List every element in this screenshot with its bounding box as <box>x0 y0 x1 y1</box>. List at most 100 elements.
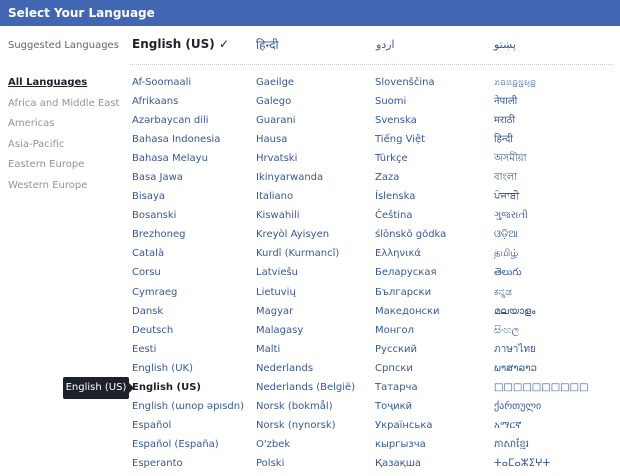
language-item[interactable]: Српски <box>375 362 446 381</box>
language-item[interactable]: Suomi <box>375 95 446 114</box>
language-item[interactable]: ਪੰਜਾਬੀ <box>494 190 588 209</box>
language-item[interactable]: Esperanto <box>132 457 244 476</box>
language-item[interactable]: Tiếng Việt <box>375 133 446 152</box>
suggested-language-pashto[interactable]: پښتو <box>494 38 516 51</box>
language-item[interactable]: नेपाली <box>494 95 588 114</box>
suggested-language-english-us[interactable]: English (US) ✓ <box>132 37 229 51</box>
language-item[interactable]: Latviešu <box>256 266 355 285</box>
language-item[interactable]: Bosanski <box>132 209 244 228</box>
language-item[interactable]: Brezhoneg <box>132 228 244 247</box>
language-item[interactable]: Қазақша <box>375 457 446 476</box>
language-item[interactable]: Čeština <box>375 209 446 228</box>
language-item[interactable]: Bisaya <box>132 190 244 209</box>
language-item[interactable]: Русский <box>375 343 446 362</box>
language-item[interactable]: Bahasa Melayu <box>132 152 244 171</box>
language-item[interactable]: Lietuvių <box>256 286 355 305</box>
language-item[interactable]: Kurdî (Kurmancî) <box>256 247 355 266</box>
language-item[interactable]: Íslenska <box>375 190 446 209</box>
suggested-language-hindi[interactable]: हिन्दी <box>256 36 279 53</box>
language-item[interactable]: Cymraeg <box>132 286 244 305</box>
language-item[interactable]: Dansk <box>132 305 244 324</box>
language-item[interactable]: Malagasy <box>256 324 355 343</box>
language-item[interactable]: Українська <box>375 419 446 438</box>
language-item[interactable]: ಕನ್ನಡ <box>494 286 588 305</box>
language-item[interactable]: Kreyòl Ayisyen <box>256 228 355 247</box>
language-item[interactable]: English (ɯnop əpısdn) <box>132 400 244 419</box>
language-item[interactable]: Norsk (nynorsk) <box>256 419 355 438</box>
language-item[interactable]: தமிழ் <box>494 247 588 266</box>
language-item[interactable]: Беларуская <box>375 266 446 285</box>
language-item[interactable]: кыргызча <box>375 438 446 457</box>
section-divider <box>130 64 613 65</box>
language-item[interactable]: Kiswahili <box>256 209 355 228</box>
language-item[interactable]: Español (España) <box>132 438 244 457</box>
language-item[interactable]: ພາສາລາວ <box>494 362 588 381</box>
language-item[interactable]: অসমীয়া <box>494 152 588 171</box>
language-item[interactable]: Български <box>375 286 446 305</box>
language-item[interactable]: हिन्दी <box>494 133 588 152</box>
language-item[interactable]: Bahasa Indonesia <box>132 133 244 152</box>
language-item[interactable]: Azərbaycan dili <box>132 114 244 133</box>
language-item[interactable]: ગુજરાતી <box>494 209 588 228</box>
language-item[interactable]: Македонски <box>375 305 446 324</box>
dialog-header: Select Your Language <box>0 0 620 26</box>
region-list: All Languages Africa and Middle East Ame… <box>8 76 119 200</box>
language-item[interactable]: Hrvatski <box>256 152 355 171</box>
region-western-europe[interactable]: Western Europe <box>8 179 119 200</box>
language-item[interactable]: తెలుగు <box>494 266 588 285</box>
language-item[interactable]: English (US) <box>132 381 244 400</box>
language-item[interactable]: English (UK) <box>132 362 244 381</box>
region-americas[interactable]: Americas <box>8 117 119 138</box>
language-item[interactable]: ⵜⴰⵎⴰⵣⵉⵖⵜ <box>494 457 588 476</box>
language-item[interactable]: ภาษาไทย <box>494 343 588 362</box>
language-item[interactable]: O'zbek <box>256 438 355 457</box>
language-column-2: Gaeilge Galego Guarani Hausa Hrvatski Ikinyar… <box>256 76 355 476</box>
language-item[interactable]: Afrikaans <box>132 95 244 114</box>
language-item[interactable]: ślōnskŏ gŏdka <box>375 228 446 247</box>
language-item[interactable]: Polski <box>256 457 355 476</box>
language-item[interactable]: ქართული <box>494 400 588 419</box>
language-item[interactable]: বাংলা <box>494 171 588 190</box>
language-item[interactable]: Corsu <box>132 266 244 285</box>
language-item[interactable]: Hausa <box>256 133 355 152</box>
region-asia-pacific[interactable]: Asia-Pacific <box>8 138 119 159</box>
tooltip-arrow <box>129 383 134 393</box>
language-item[interactable]: Norsk (bokmål) <box>256 400 355 419</box>
language-item[interactable]: Deutsch <box>132 324 244 343</box>
language-item[interactable]: मराठी <box>494 114 588 133</box>
language-item[interactable]: Galego <box>256 95 355 114</box>
language-item[interactable]: Zaza <box>375 171 446 190</box>
suggested-languages-label: Suggested Languages <box>8 40 119 51</box>
language-item[interactable]: አማርኛ <box>494 419 588 438</box>
language-item[interactable]: Ελληνικά <box>375 247 446 266</box>
language-item[interactable]: Nederlands <box>256 362 355 381</box>
language-item[interactable]: ꤊꤢꤛꤢ꤭ꤜꤟꤤ꤬ <box>494 76 588 95</box>
language-item[interactable]: සිංහල <box>494 324 588 343</box>
language-item[interactable]: Malti <box>256 343 355 362</box>
language-item[interactable]: Af-Soomaali <box>132 76 244 95</box>
language-item[interactable]: ភាសាខ្មែរ <box>494 438 588 457</box>
language-item[interactable]: Magyar <box>256 305 355 324</box>
language-item[interactable]: ଓଡ଼ିଆ <box>494 228 588 247</box>
language-item[interactable]: മലയാളം <box>494 305 588 324</box>
language-item[interactable]: Nederlands (België) <box>256 381 355 400</box>
language-item[interactable]: Svenska <box>375 114 446 133</box>
language-item[interactable]: Татарча <box>375 381 446 400</box>
language-item[interactable]: Тоҷикӣ <box>375 400 446 419</box>
region-all-languages[interactable]: All Languages <box>8 76 119 97</box>
language-item[interactable]: Slovenščina <box>375 76 446 95</box>
language-item[interactable]: Türkçe <box>375 152 446 171</box>
language-item[interactable]: Монгол <box>375 324 446 343</box>
language-item[interactable]: Español <box>132 419 244 438</box>
language-item[interactable]: Italiano <box>256 190 355 209</box>
suggested-language-urdu[interactable]: اردو <box>376 38 395 51</box>
language-item[interactable]: Ikinyarwanda <box>256 171 355 190</box>
language-item[interactable]: Català <box>132 247 244 266</box>
region-africa-middle-east[interactable]: Africa and Middle East <box>8 97 119 118</box>
language-item[interactable]: Basa Jawa <box>132 171 244 190</box>
region-eastern-europe[interactable]: Eastern Europe <box>8 158 119 179</box>
language-item[interactable]: Eesti <box>132 343 244 362</box>
language-item[interactable]: □□□□□□□□□□ <box>494 381 588 400</box>
language-item[interactable]: Gaeilge <box>256 76 355 95</box>
language-item[interactable]: Guarani <box>256 114 355 133</box>
